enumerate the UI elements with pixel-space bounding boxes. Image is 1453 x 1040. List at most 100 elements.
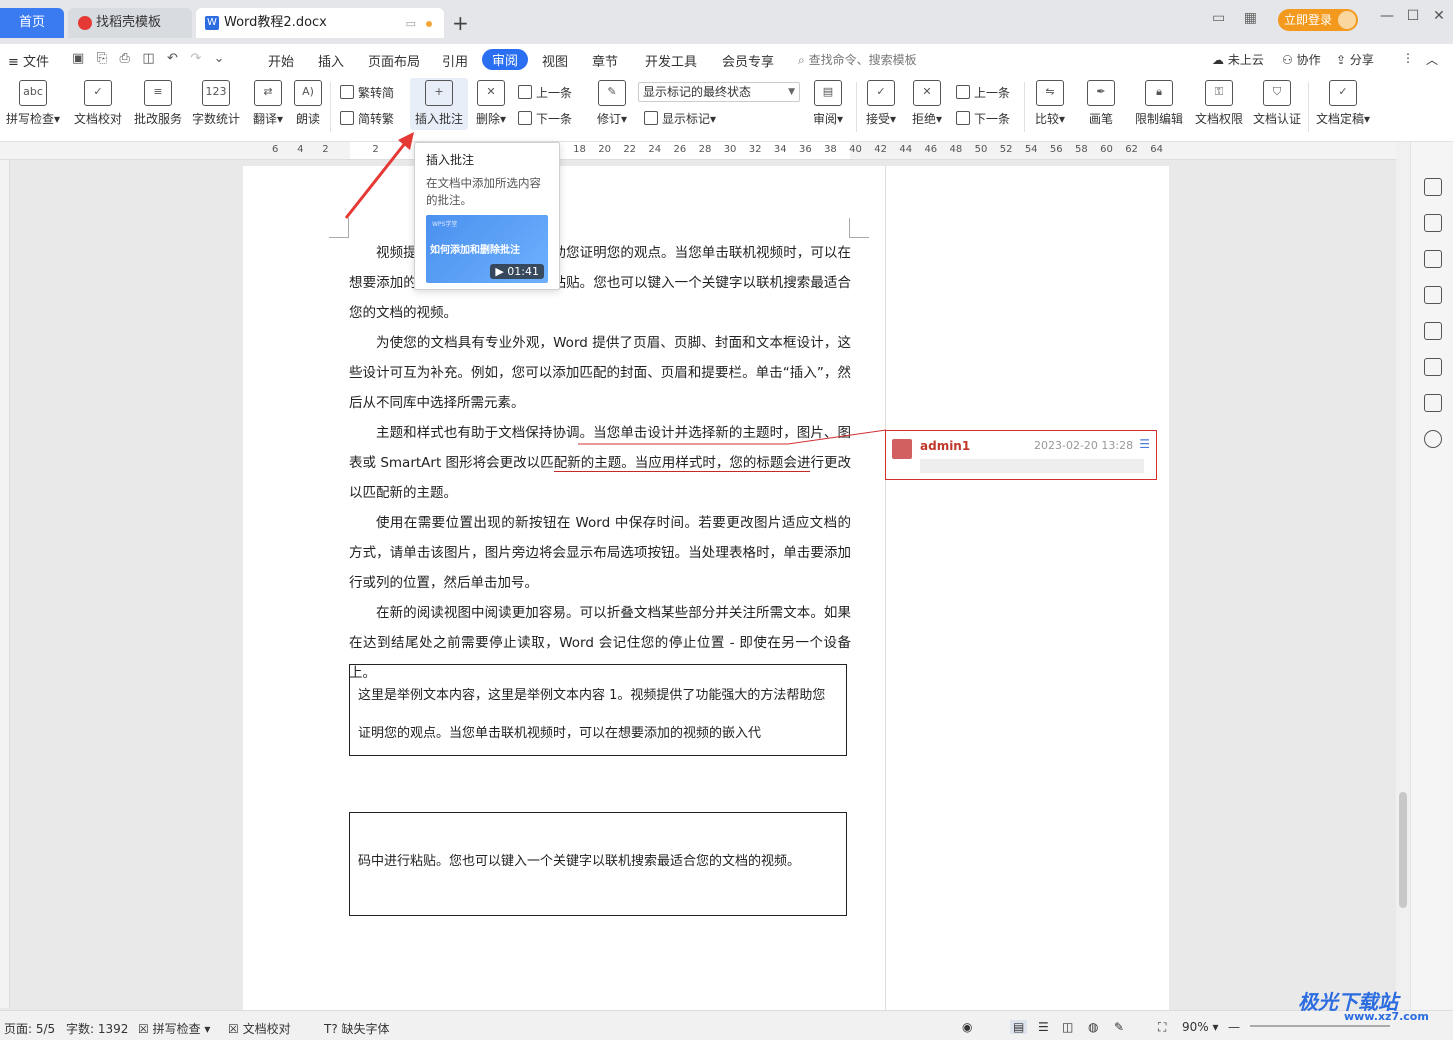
menu-reference[interactable]: 引用 <box>442 51 468 70</box>
help-icon[interactable] <box>1424 430 1442 448</box>
menu-chapter[interactable]: 章节 <box>592 51 618 70</box>
comment-menu-icon[interactable]: ☰ <box>1139 437 1150 451</box>
doc-certify-button[interactable]: ⛉ 文档认证 <box>1250 80 1304 127</box>
simp-to-trad-button[interactable]: 简转繁 <box>340 110 394 127</box>
quick-access-icons[interactable]: ▣ ⎘ ⎙ ◫ ↶ ↷ ⌄ <box>72 51 225 66</box>
search-command[interactable]: ⌕ 查找命令、搜索模板 <box>798 51 917 68</box>
preview-icon[interactable]: ◫ <box>142 51 154 66</box>
menu-member[interactable]: 会员专享 <box>722 51 774 70</box>
review-pane-button[interactable]: ▤ 审阅▾ <box>808 80 848 127</box>
vertical-ruler[interactable] <box>0 160 10 1008</box>
maximize-icon[interactable]: ☐ <box>1400 8 1426 24</box>
text-box[interactable]: 码中进行粘贴。您也可以键入一个关键字以联机搜索最适合您的文档的视频。 <box>349 812 847 916</box>
text-box[interactable]: 这里是举例文本内容，这里是举例文本内容 1。视频提供了功能强大的方法帮助您证明您… <box>349 664 847 756</box>
status-spell-check[interactable]: ☒ 拼写检查 ▾ <box>138 1020 210 1037</box>
translate-button[interactable]: ⇄ 翻译▾ <box>248 80 288 127</box>
pen-mode-icon[interactable]: ✎ <box>1114 1020 1124 1034</box>
reading-view-icon[interactable]: ◫ <box>1062 1020 1073 1034</box>
next-change-button[interactable]: 下一条 <box>956 110 1010 127</box>
trad-to-simp-button[interactable]: 繁转简 <box>340 84 394 101</box>
missing-font[interactable]: T? 缺失字体 <box>324 1020 390 1037</box>
document-body[interactable]: 视频提供了功能强大的方法帮助您证明您的观点。当您单击联机视频时，可以在想要添加的… <box>349 238 851 688</box>
zoom-out-icon[interactable]: — <box>1228 1020 1240 1034</box>
close-icon[interactable]: ✕ <box>1426 8 1452 24</box>
edit-pen-icon[interactable] <box>1424 214 1442 232</box>
spell-check-button[interactable]: abc 拼写检查▾ <box>4 80 62 127</box>
customize-icon[interactable]: ⌄ <box>214 51 225 66</box>
rocket-icon[interactable] <box>1424 178 1442 196</box>
tab-document[interactable]: W Word教程2.docx ▭ <box>196 8 444 38</box>
menu-developer[interactable]: 开发工具 <box>645 51 697 70</box>
new-tab-button[interactable]: + <box>452 10 469 36</box>
save-icon[interactable]: ▣ <box>72 51 84 66</box>
tab-home[interactable]: 首页 <box>0 8 64 38</box>
vertical-scrollbar[interactable] <box>1396 142 1410 1010</box>
video-thumbnail[interactable]: WPS学堂 如何添加和删除批注 ▶︎ 01:41 <box>426 215 548 283</box>
print-icon[interactable]: ⎙ <box>120 51 130 66</box>
menu-start[interactable]: 开始 <box>268 51 294 70</box>
window-layout-icon[interactable]: ▭ <box>1212 10 1225 26</box>
collapse-ribbon-icon[interactable]: ︿ <box>1426 51 1438 68</box>
cursor-icon[interactable] <box>1424 250 1442 268</box>
zoom-slider[interactable] <box>1250 1025 1390 1027</box>
doc-permission-button[interactable]: ⚿ 文档权限 <box>1192 80 1246 127</box>
restrict-edit-button[interactable]: 🔒︎ 限制编辑 <box>1132 80 1186 127</box>
location-icon[interactable] <box>1424 358 1442 376</box>
pen-button[interactable]: ✒ 画笔 <box>1082 80 1120 127</box>
horizontal-ruler[interactable]: 6 4 2 2 18 20 22 24 26 28 30 32 34 36 38 40 42 44 46 48 50 52… <box>0 142 1398 160</box>
word-count-button[interactable]: 123 字数统计 <box>190 80 242 127</box>
word-count[interactable]: 字数: 1392 <box>66 1020 128 1037</box>
accept-button[interactable]: ✓ 接受▾ <box>862 80 900 127</box>
revise-button[interactable]: ✎ 修订▾ <box>592 80 632 127</box>
compare-button[interactable]: ⇋ 比较▾ <box>1030 80 1070 127</box>
cloud-status[interactable]: ☁ 未上云 <box>1212 51 1264 68</box>
zoom-level[interactable]: 90% ▾ <box>1182 1020 1219 1034</box>
export-icon[interactable]: ⎘ <box>97 51 107 66</box>
undo-icon[interactable]: ↶ <box>167 51 178 66</box>
web-view-icon[interactable]: ◍ <box>1088 1020 1098 1034</box>
commented-text[interactable]: 配新的主题。当应用样式时，您的标题会进 <box>553 455 811 472</box>
menu-review[interactable]: 审阅 <box>482 49 529 70</box>
fit-page-icon[interactable]: ⛶ <box>1158 1020 1166 1035</box>
insert-comment-button[interactable]: + 插入批注 <box>410 78 468 130</box>
delete-comment-button[interactable]: ✕ 删除▾ <box>472 80 510 127</box>
grid-apps-icon[interactable]: ▦ <box>1244 10 1257 26</box>
prev-change-button[interactable]: 上一条 <box>956 84 1010 101</box>
document-canvas[interactable]: 视频提供了功能强大的方法帮助您证明您的观点。当您单击联机视频时，可以在想要添加的… <box>10 160 1396 1010</box>
scrollbar-thumb[interactable] <box>1399 792 1407 908</box>
correct-service-button[interactable]: ≡ 批改服务 <box>132 80 184 127</box>
sliders-icon[interactable] <box>1424 286 1442 304</box>
outline-view-icon[interactable]: ☰ <box>1038 1020 1049 1034</box>
comment-card[interactable]: admin1 2023-02-20 13:28 ☰ <box>885 430 1157 480</box>
doc-proof-button[interactable]: ✓ 文档校对 <box>72 80 124 127</box>
redo-icon[interactable]: ↷ <box>190 51 201 66</box>
document-page[interactable]: 视频提供了功能强大的方法帮助您证明您的观点。当您单击联机视频时，可以在想要添加的… <box>243 166 1169 1010</box>
finalize-button[interactable]: ✓ 文档定稿▾ <box>1312 80 1374 127</box>
next-comment-button[interactable]: 下一条 <box>518 110 572 127</box>
image-tool-icon[interactable] <box>1424 322 1442 340</box>
page-indicator[interactable]: 页面: 5/5 <box>4 1020 55 1037</box>
status-doc-proof[interactable]: ☒ 文档校对 <box>228 1020 291 1037</box>
file-menu[interactable]: ≡ 文件 <box>8 51 49 70</box>
reject-button[interactable]: ✕ 拒绝▾ <box>908 80 946 127</box>
screen-icon[interactable]: ▭ <box>406 9 416 39</box>
login-button[interactable]: 立即登录 <box>1278 9 1358 31</box>
more-icon[interactable]: ⋮ <box>1402 51 1414 65</box>
minimize-icon[interactable]: — <box>1374 8 1400 24</box>
collab-button[interactable]: ⚇ 协作 <box>1282 51 1321 68</box>
layout-icons[interactable]: ▭ ▦ <box>1212 10 1257 26</box>
share-button[interactable]: ⇪ 分享 <box>1336 51 1374 68</box>
menu-insert[interactable]: 插入 <box>318 51 344 70</box>
book-icon[interactable] <box>1424 394 1442 412</box>
comment-body[interactable] <box>920 459 1144 473</box>
eye-icon[interactable]: ◉ <box>962 1020 972 1034</box>
markup-select[interactable]: 显示标记的最终状态 ▼ <box>638 82 800 102</box>
menu-view[interactable]: 视图 <box>542 51 568 70</box>
read-aloud-button[interactable]: A) 朗读 <box>292 80 324 127</box>
paragraph[interactable]: 为使您的文档具有专业外观，Word 提供了页眉、页脚、封面和文本框设计，这些设计… <box>349 328 851 418</box>
prev-comment-button[interactable]: 上一条 <box>518 84 572 101</box>
page-view-icon[interactable]: ▤ <box>1010 1020 1028 1034</box>
tab-template[interactable]: 找稻壳模板 <box>68 8 192 38</box>
paragraph[interactable]: 使用在需要位置出现的新按钮在 Word 中保存时间。若要更改图片适应文档的方式，… <box>349 508 851 598</box>
menu-page-layout[interactable]: 页面布局 <box>368 51 420 70</box>
